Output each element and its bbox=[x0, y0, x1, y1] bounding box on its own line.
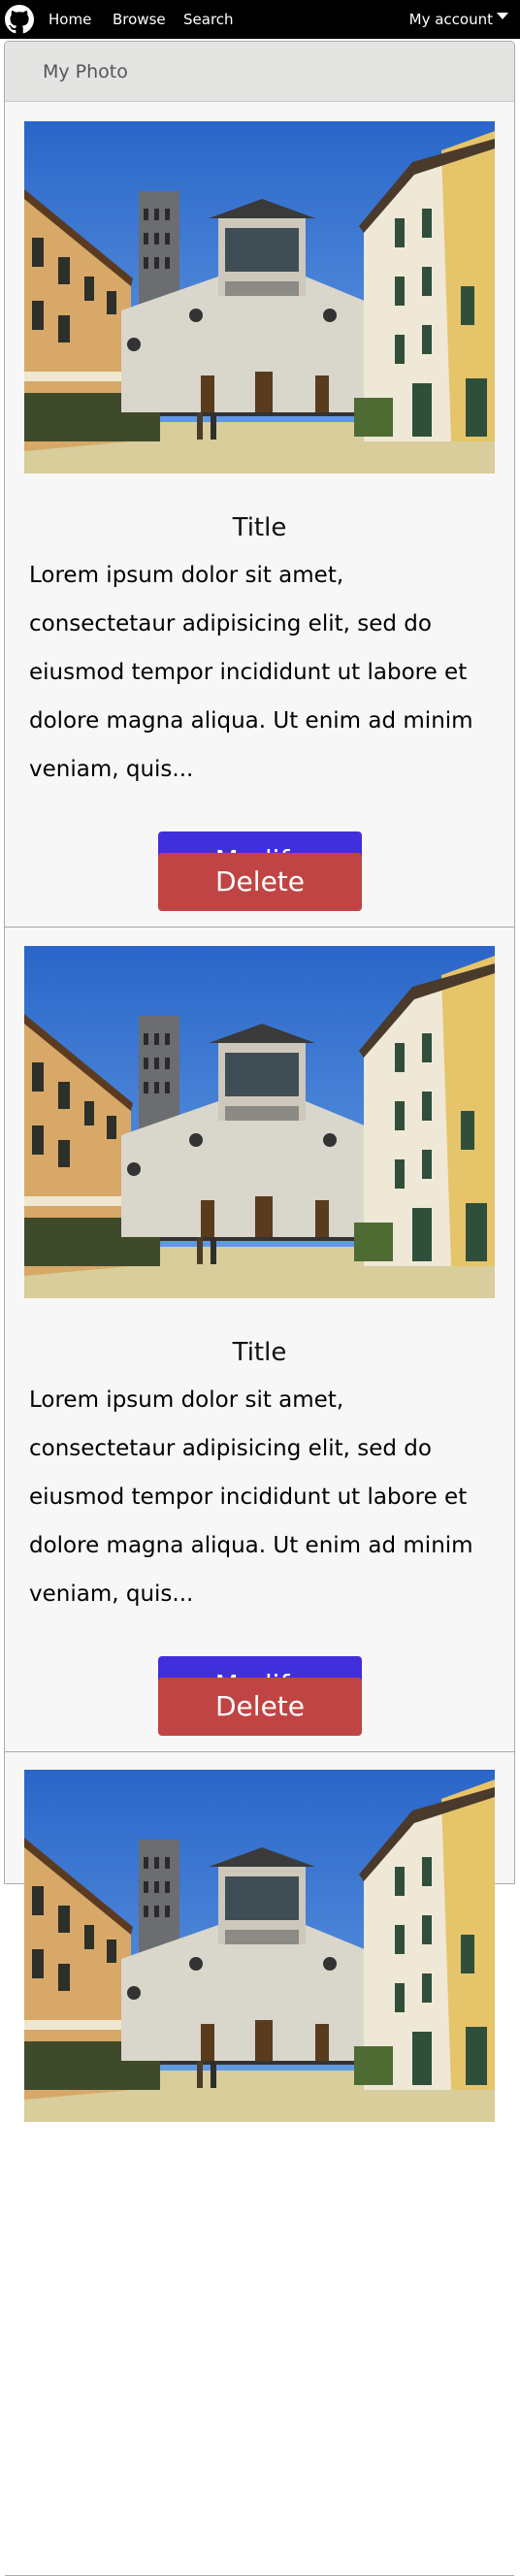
card-description: Lorem ipsum dolor sit amet, consectetaur… bbox=[29, 1387, 473, 1607]
nav-link-home[interactable]: Home bbox=[49, 0, 91, 39]
photo-card bbox=[5, 1751, 514, 2576]
github-icon[interactable] bbox=[5, 5, 34, 34]
card-title: Title bbox=[232, 513, 287, 542]
panel-header: My Photo bbox=[5, 42, 514, 102]
photo-image bbox=[24, 1770, 495, 2122]
top-navbar: Home Browse Search My account bbox=[0, 0, 520, 39]
nav-link-search[interactable]: Search bbox=[183, 0, 234, 39]
delete-button[interactable]: Delete bbox=[158, 1678, 362, 1736]
photo-card: Title Lorem ipsum dolor sit amet, consec… bbox=[5, 103, 514, 928]
my-account-label: My account bbox=[408, 11, 493, 28]
nav-link-browse[interactable]: Browse bbox=[113, 0, 166, 39]
my-account-dropdown[interactable]: My account bbox=[409, 0, 508, 39]
my-photo-panel: My Photo Title Lorem ipsum dolor sit ame… bbox=[4, 41, 515, 2576]
photo-image bbox=[24, 946, 495, 1298]
card-description: Lorem ipsum dolor sit amet, consectetaur… bbox=[29, 563, 473, 782]
panel-title: My Photo bbox=[43, 61, 128, 82]
delete-button[interactable]: Delete bbox=[158, 853, 362, 911]
photo-image bbox=[24, 121, 495, 473]
caret-down-icon bbox=[497, 13, 508, 19]
photo-card: Title Lorem ipsum dolor sit amet, consec… bbox=[5, 928, 514, 1752]
card-title: Title bbox=[232, 1338, 287, 1367]
